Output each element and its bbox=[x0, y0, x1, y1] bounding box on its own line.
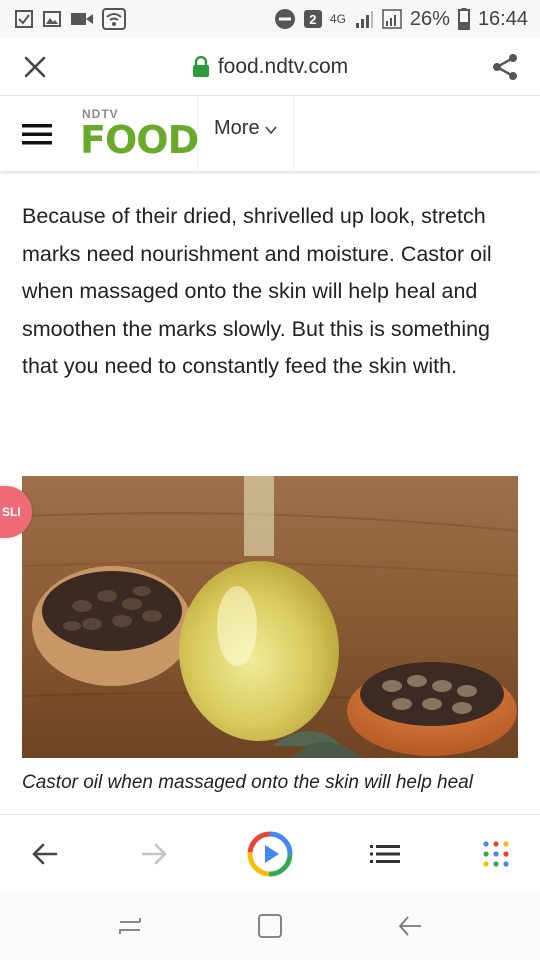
bottom-browser-bar bbox=[0, 814, 540, 892]
ndtv-food-logo[interactable]: NDTV FOOD bbox=[74, 97, 199, 171]
forward-button[interactable] bbox=[133, 832, 177, 876]
checkbox-notification-icon bbox=[14, 9, 34, 29]
site-header: NDTV FOOD More bbox=[0, 97, 540, 171]
image-notification-icon bbox=[42, 9, 62, 29]
logo-food-text: FOOD bbox=[80, 118, 199, 162]
lock-icon bbox=[192, 55, 209, 77]
play-button[interactable] bbox=[244, 828, 296, 880]
status-right: 2 4G 26% 16:44 bbox=[274, 8, 528, 31]
hamburger-menu-button[interactable] bbox=[0, 97, 74, 171]
more-label: More bbox=[214, 117, 260, 139]
notification-count-badge: 2 bbox=[303, 10, 322, 28]
reader-list-button[interactable] bbox=[363, 832, 407, 876]
address-bar[interactable]: food.ndtv.com bbox=[70, 55, 470, 79]
url-text: food.ndtv.com bbox=[217, 54, 349, 78]
apps-grid-icon bbox=[483, 840, 509, 867]
close-icon bbox=[24, 56, 46, 77]
arrow-left-icon bbox=[32, 843, 58, 864]
share-icon bbox=[493, 53, 517, 80]
signal-strength-icon bbox=[354, 9, 374, 29]
network-type-label: 4G bbox=[329, 12, 346, 26]
status-left bbox=[14, 8, 126, 30]
apps-button[interactable] bbox=[474, 832, 518, 876]
recent-apps-icon bbox=[119, 918, 141, 934]
more-menu-button[interactable]: More bbox=[198, 97, 294, 171]
list-icon bbox=[370, 844, 400, 863]
video-notification-icon bbox=[70, 9, 94, 29]
signal-strength-2-icon bbox=[382, 9, 402, 29]
browser-toolbar: food.ndtv.com bbox=[0, 38, 540, 96]
close-tab-button[interactable] bbox=[0, 38, 70, 96]
play-circle-icon bbox=[247, 831, 293, 876]
back-button[interactable] bbox=[22, 832, 66, 876]
hamburger-icon bbox=[22, 124, 52, 145]
wifi-icon bbox=[102, 8, 126, 30]
status-bar: 2 4G 26% 16:44 bbox=[0, 0, 540, 38]
share-button[interactable] bbox=[470, 38, 540, 96]
system-nav-bar bbox=[0, 892, 540, 960]
chevron-down-icon bbox=[264, 126, 277, 135]
back-arrow-icon bbox=[398, 916, 421, 936]
home-icon bbox=[258, 914, 282, 938]
do-not-disturb-icon bbox=[274, 8, 296, 30]
castor-oil-photo bbox=[22, 476, 518, 758]
battery-icon bbox=[457, 8, 470, 30]
clock: 16:44 bbox=[477, 7, 528, 30]
system-back-button[interactable] bbox=[388, 904, 432, 948]
article-paragraph: Because of their dried, shrivelled up lo… bbox=[22, 204, 492, 378]
arrow-right-icon bbox=[141, 843, 167, 864]
recent-apps-button[interactable] bbox=[108, 904, 152, 948]
home-button[interactable] bbox=[248, 904, 292, 948]
battery-percent: 26% bbox=[409, 7, 450, 30]
image-caption: Castor oil when massaged onto the skin w… bbox=[22, 772, 473, 793]
floating-badge-text: SLI bbox=[2, 505, 21, 519]
article-body: Because of their dried, shrivelled up lo… bbox=[22, 198, 518, 386]
